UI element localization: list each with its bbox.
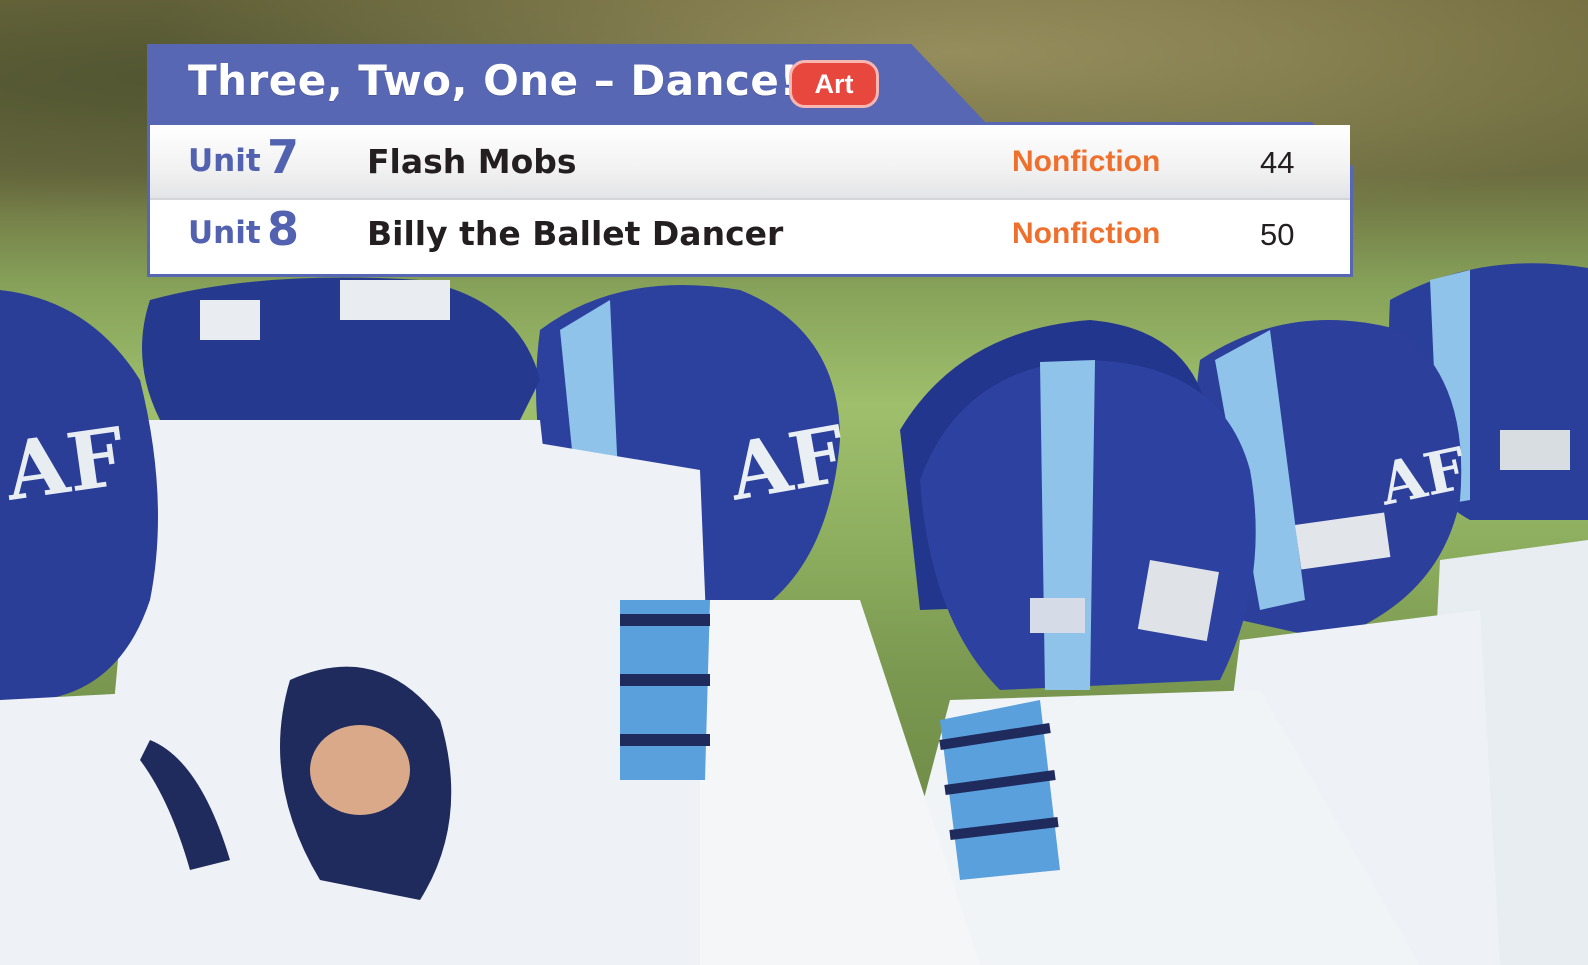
section-title: Three, Two, One – Dance!: [188, 56, 800, 105]
toc-entry-unit-8[interactable]: Unit 8 Billy the Ballet Dancer Nonfictio…: [150, 200, 1350, 273]
unit-number: 8: [267, 202, 300, 256]
helmet-logo-2: AF: [722, 409, 853, 519]
helmet-logo-3: AF: [0, 409, 130, 519]
page-number: 50: [1260, 217, 1295, 252]
story-title: Flash Mobs: [367, 142, 577, 181]
genre-label: Nonfiction: [1012, 217, 1161, 250]
unit-label: Unit: [188, 215, 261, 251]
subject-badge: Art: [789, 60, 879, 108]
unit-label: Unit: [188, 143, 261, 179]
unit-number: 7: [267, 130, 300, 184]
genre-label: Nonfiction: [1012, 145, 1161, 178]
toc-entry-unit-7[interactable]: Unit 7 Flash Mobs Nonfiction 44: [150, 125, 1350, 198]
story-title: Billy the Ballet Dancer: [367, 214, 784, 253]
page-number: 44: [1260, 145, 1295, 180]
